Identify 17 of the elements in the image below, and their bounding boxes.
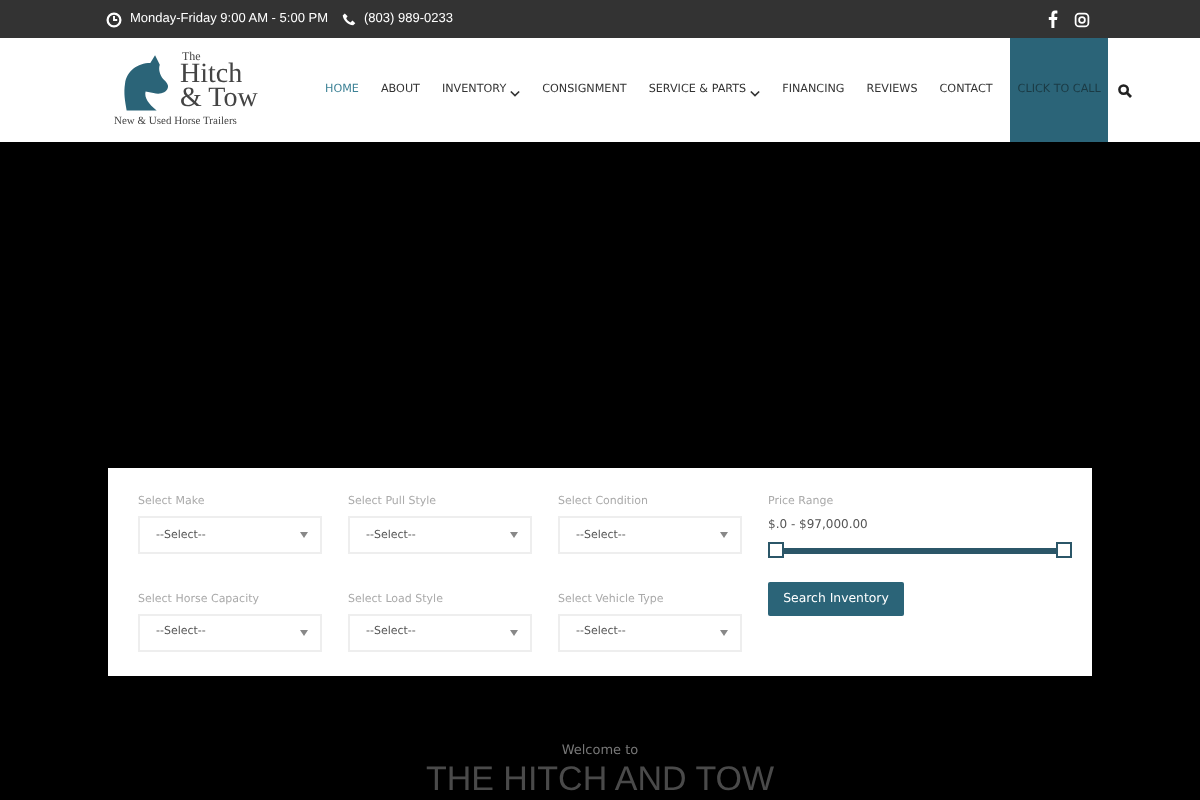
search-icon[interactable] [1118, 83, 1133, 97]
caret-icon [720, 629, 728, 635]
caret-icon [300, 532, 308, 538]
caret-icon [510, 532, 518, 538]
slider-handle[interactable] [768, 542, 784, 558]
caret-icon [510, 629, 518, 635]
instagram-icon[interactable] [1074, 11, 1090, 27]
logo-text: Hitch [180, 64, 243, 88]
site-heading: THE HITCH AND TOW [425, 760, 775, 800]
slider-handle[interactable] [1056, 542, 1072, 558]
price-slider[interactable] [768, 542, 1072, 558]
clock-icon [106, 11, 122, 27]
facebook-icon[interactable] [1048, 10, 1058, 28]
caret-icon [720, 532, 728, 538]
caret-icon [300, 629, 308, 635]
phone-icon [342, 12, 356, 26]
logo-text: & Tow [180, 88, 258, 112]
